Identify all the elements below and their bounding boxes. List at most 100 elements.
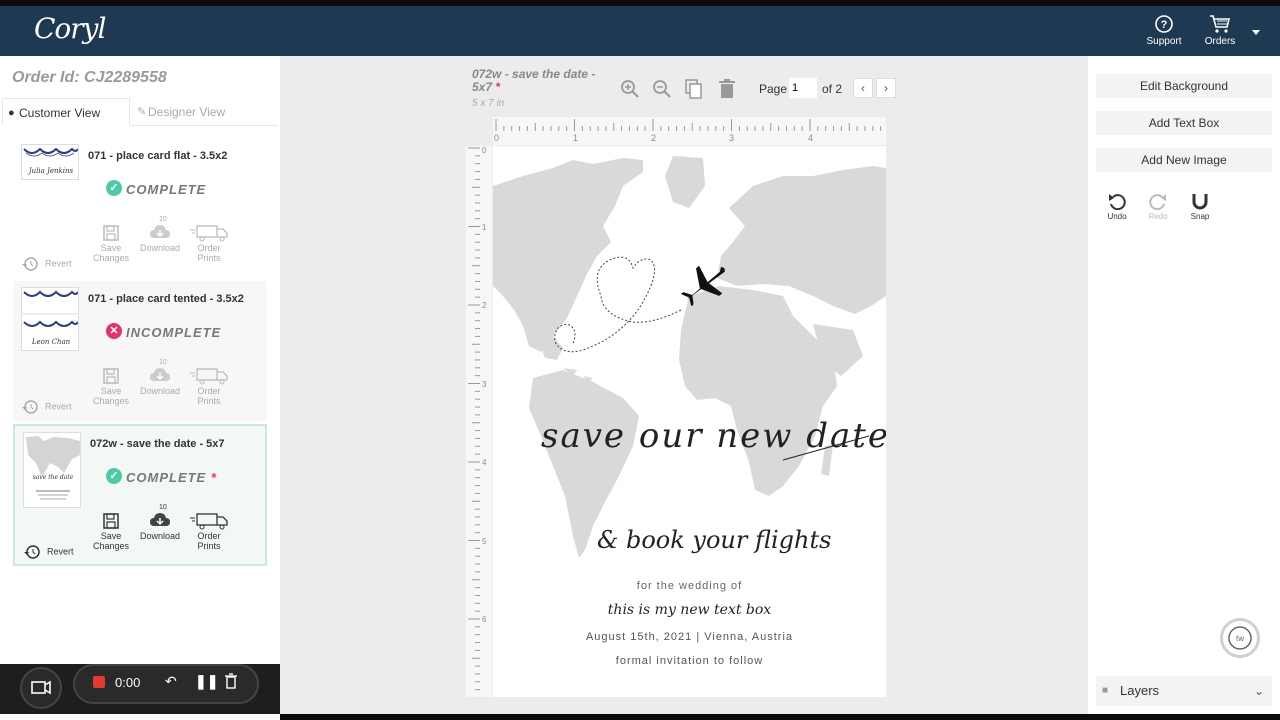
- page-label: Page: [759, 82, 788, 96]
- status-badge: ✓ COMPLETE *: [106, 468, 217, 485]
- chevron-down-icon: ⌄: [1253, 684, 1264, 698]
- product-card-selected[interactable]: save the date 072w - save the date - 5x7…: [13, 424, 267, 566]
- truck-icon: [190, 513, 228, 530]
- unsaved-marker: *: [210, 470, 217, 485]
- tab-designer-view[interactable]: ✎ Designer View: [132, 98, 272, 126]
- app-header: Coryl ? Support Orders: [0, 6, 1280, 56]
- download-button[interactable]: 10 Download: [140, 504, 180, 541]
- download-count: 10: [159, 359, 167, 366]
- truck-icon: [190, 368, 228, 385]
- support-button[interactable]: ? Support: [1139, 14, 1189, 47]
- save-label: Save Changes: [92, 243, 130, 263]
- revert-label: Revert: [45, 258, 72, 269]
- help-circle-icon: ?: [1155, 15, 1173, 33]
- tab-label: Designer View: [148, 105, 226, 119]
- save-changes-button[interactable]: Save Changes: [91, 512, 131, 551]
- floppy-icon: [103, 368, 119, 384]
- previous-page-button[interactable]: ‹: [853, 78, 873, 98]
- history-icon: [23, 544, 41, 560]
- status-text: COMPLETE: [126, 182, 207, 197]
- ruler-label: 2: [482, 301, 487, 310]
- download-label: Download: [140, 243, 181, 253]
- save-changes-button[interactable]: Save Changes: [91, 224, 131, 263]
- revert-label: Revert: [45, 401, 72, 412]
- ruler-label: 3: [482, 380, 487, 389]
- next-page-button[interactable]: ›: [876, 78, 896, 98]
- product-card[interactable]: Julia Jenkins 071 - place card flat - 3.…: [13, 138, 267, 278]
- history-icon: [21, 256, 39, 272]
- save-changes-button[interactable]: Save Changes: [91, 367, 131, 406]
- order-prints-button[interactable]: Order Prints: [189, 512, 229, 551]
- pencil-icon: ✎: [137, 106, 147, 118]
- invitation-note-text[interactable]: formal invitation to follow: [493, 655, 886, 667]
- card-title: 071 - place card tented - 3.5x2: [88, 293, 244, 305]
- edit-background-button[interactable]: Edit Background: [1096, 74, 1272, 98]
- zoom-out-icon[interactable]: [652, 79, 674, 104]
- save-label: Save Changes: [92, 531, 130, 551]
- undo-icon: [1109, 194, 1126, 211]
- download-button[interactable]: 10 Download: [140, 359, 180, 396]
- cloud-download-icon: [150, 225, 171, 238]
- status-text: INCOMPLETE: [126, 325, 222, 340]
- ruler-label: 0: [482, 146, 487, 155]
- account-caret-icon[interactable]: [1252, 30, 1260, 35]
- ruler-label: 5: [482, 537, 487, 546]
- layers-panel-toggle[interactable]: ■ Layers ⌄: [1096, 676, 1272, 706]
- undo-recording-icon[interactable]: ↶: [165, 673, 177, 690]
- lock-icon: ■: [1102, 685, 1109, 696]
- delete-page-icon[interactable]: [717, 79, 737, 104]
- order-prints-label: Order Prints: [197, 386, 221, 406]
- revert-button[interactable]: Revert: [21, 256, 72, 272]
- pause-icon[interactable]: ❚❚: [195, 673, 218, 690]
- status-text: COMPLETE: [126, 470, 207, 485]
- order-prints-label: Order Prints: [197, 531, 221, 551]
- order-prints-button[interactable]: Order Prints: [189, 224, 229, 263]
- order-prints-label: Order Prints: [197, 243, 221, 263]
- couple-name-text[interactable]: this is my new text box: [493, 602, 886, 618]
- download-button[interactable]: 10 Download: [140, 216, 181, 253]
- brand-logo[interactable]: Coryl: [34, 12, 106, 45]
- cart-icon: [1210, 15, 1231, 33]
- camera-toggle-button[interactable]: [20, 667, 62, 709]
- add-text-box-button[interactable]: Add Text Box: [1096, 111, 1272, 135]
- tab-label: Customer View: [19, 106, 101, 120]
- order-prints-button[interactable]: Order Prints: [189, 367, 229, 406]
- page-number-input[interactable]: [789, 78, 817, 98]
- save-label: Save Changes: [92, 386, 130, 406]
- svg-text:save the date: save the date: [33, 474, 74, 481]
- page-count: of 2: [822, 82, 843, 96]
- headline-text[interactable]: save our new date: [541, 416, 886, 456]
- x-icon: ✕: [106, 323, 122, 339]
- wedding-intro-text[interactable]: for the wedding of: [493, 580, 886, 592]
- svg-text:Leon Chan: Leon Chan: [31, 338, 71, 346]
- chat-help-button[interactable]: tw: [1220, 618, 1260, 658]
- zoom-in-icon[interactable]: [620, 79, 642, 104]
- redo-icon: [1149, 194, 1166, 211]
- floppy-icon: [103, 225, 119, 241]
- duplicate-icon[interactable]: [684, 79, 706, 104]
- cloud-download-icon: [150, 513, 171, 526]
- revert-button[interactable]: Revert: [23, 544, 74, 560]
- ruler-label: 4: [808, 133, 814, 143]
- add-new-image-button[interactable]: Add New Image: [1096, 148, 1272, 172]
- bottom-strip: [280, 714, 1280, 720]
- layers-label: Layers: [1120, 683, 1160, 698]
- orders-button[interactable]: Orders: [1195, 14, 1245, 47]
- undo-button[interactable]: Undo: [1102, 192, 1132, 221]
- orders-label: Orders: [1204, 36, 1236, 47]
- subheadline-text[interactable]: & book your flights: [597, 526, 831, 554]
- snap-button[interactable]: Snap: [1185, 192, 1215, 221]
- recording-timer: 0:00: [115, 675, 141, 690]
- product-thumbnail: Leon Chan: [21, 287, 79, 351]
- redo-button[interactable]: Redo: [1143, 192, 1173, 221]
- document-name: 072w - save the date - 5x7 *: [472, 68, 612, 94]
- trash-icon[interactable]: [224, 673, 238, 692]
- revert-label: Revert: [47, 546, 74, 557]
- stop-recording-button[interactable]: [93, 676, 105, 688]
- date-location-text[interactable]: August 15th, 2021 | Vienna, Austria: [493, 631, 886, 643]
- tab-customer-view[interactable]: ● Customer View: [2, 98, 130, 126]
- product-card[interactable]: Leon Chan 071 - place card tented - 3.5x…: [13, 281, 267, 421]
- product-thumbnail: Julia Jenkins: [21, 144, 79, 180]
- design-canvas[interactable]: save our new date & book your flights fo…: [493, 146, 886, 697]
- revert-button[interactable]: Revert: [21, 399, 72, 415]
